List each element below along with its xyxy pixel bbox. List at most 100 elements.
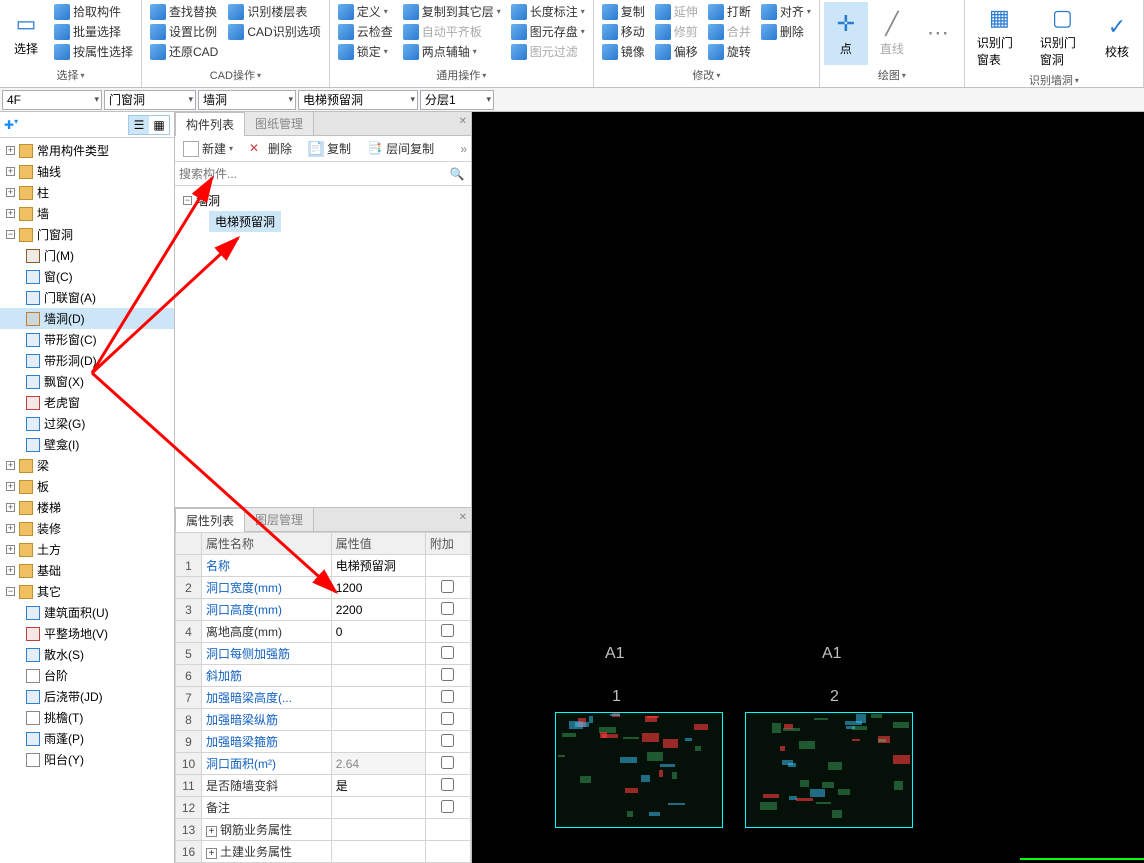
ribbon-item[interactable]: 查找替换 xyxy=(146,2,222,21)
ribbon-item[interactable]: 定义 ▾ xyxy=(334,2,397,21)
property-row[interactable]: 6斜加筋 xyxy=(176,665,471,687)
ribbon-more-button[interactable]: ⋯ xyxy=(916,2,960,65)
property-row[interactable]: 12备注 xyxy=(176,797,471,819)
drawing-thumbnail[interactable] xyxy=(745,712,913,828)
property-row[interactable]: 5洞口每侧加强筋 xyxy=(176,643,471,665)
tree-category[interactable]: +装修 xyxy=(0,518,174,539)
floor-select[interactable]: 4F xyxy=(2,90,102,110)
copy-button[interactable]: 📄复制 xyxy=(304,139,355,158)
tree-item[interactable]: 门(M) xyxy=(0,245,174,266)
search-icon[interactable]: 🔍 xyxy=(447,167,467,181)
ribbon-group-title[interactable]: 选择 ▾ xyxy=(4,65,137,85)
grid-view-icon[interactable]: ▦ xyxy=(149,116,169,134)
ribbon-item[interactable]: 两点辅轴 ▾ xyxy=(399,42,505,61)
ribbon-item[interactable]: 旋转 xyxy=(704,42,755,61)
tree-category[interactable]: +轴线 xyxy=(0,161,174,182)
ribbon-item[interactable]: 拾取构件 xyxy=(50,2,137,21)
component-select[interactable]: 电梯预留洞 xyxy=(298,90,418,110)
property-row[interactable]: 7加强暗梁高度(... xyxy=(176,687,471,709)
tree-item[interactable]: 阳台(Y) xyxy=(0,749,174,770)
property-row[interactable]: 4离地高度(mm)0 xyxy=(176,621,471,643)
extra-checkbox[interactable] xyxy=(441,580,454,593)
property-row[interactable]: 2洞口宽度(mm)1200 xyxy=(176,577,471,599)
tree-item[interactable]: 带形洞(D) xyxy=(0,350,174,371)
ribbon-item[interactable]: 云检查 xyxy=(334,22,397,41)
ribbon-item[interactable]: 镜像 xyxy=(598,42,649,61)
property-table[interactable]: 属性名称属性值附加1名称电梯预留洞2洞口宽度(mm)12003洞口高度(mm)2… xyxy=(175,532,471,863)
ribbon-group-title[interactable]: 修改 ▾ xyxy=(598,65,815,85)
tree-item[interactable]: 墙洞(D) xyxy=(0,308,174,329)
ribbon-item[interactable]: CAD识别选项 xyxy=(224,22,324,41)
extra-checkbox[interactable] xyxy=(441,668,454,681)
ribbon-group-title[interactable]: 通用操作 ▾ xyxy=(334,65,589,85)
tree-item[interactable]: 平整场地(V) xyxy=(0,623,174,644)
ribbon-item[interactable]: 批量选择 xyxy=(50,22,137,41)
property-row[interactable]: 3洞口高度(mm)2200 xyxy=(176,599,471,621)
ribbon-item[interactable]: 还原CAD xyxy=(146,42,222,61)
extra-checkbox[interactable] xyxy=(441,646,454,659)
tree-category[interactable]: −其它 xyxy=(0,581,174,602)
tree-category[interactable]: +土方 xyxy=(0,539,174,560)
floor-copy-button[interactable]: 📑层间复制 xyxy=(363,139,438,158)
ribbon-item[interactable]: 删除 xyxy=(757,22,815,41)
ribbon-group-title[interactable]: 识别墙洞 ▾ xyxy=(969,70,1139,90)
view-toggle[interactable]: ☰ ▦ xyxy=(128,115,170,135)
ribbon-group-title[interactable]: CAD操作 ▾ xyxy=(146,65,325,85)
ribbon-item[interactable]: 图元存盘 ▾ xyxy=(507,22,589,41)
property-row[interactable]: 9加强暗梁箍筋 xyxy=(176,731,471,753)
tree-category[interactable]: +板 xyxy=(0,476,174,497)
tab-component-list[interactable]: 构件列表 xyxy=(175,112,245,136)
tab-drawing-mgmt[interactable]: 图纸管理 xyxy=(244,111,314,135)
property-row[interactable]: 8加强暗梁纵筋 xyxy=(176,709,471,731)
extra-checkbox[interactable] xyxy=(441,690,454,703)
tree-item[interactable]: 壁龛(I) xyxy=(0,434,174,455)
ribbon-校核-button[interactable]: ✓校核 xyxy=(1095,2,1139,70)
tree-body[interactable]: +常用构件类型+轴线+柱+墙−门窗洞门(M)窗(C)门联窗(A)墙洞(D)带形窗… xyxy=(0,138,174,863)
extra-checkbox[interactable] xyxy=(441,734,454,747)
tree-item[interactable]: 门联窗(A) xyxy=(0,287,174,308)
type-select[interactable]: 墙洞 xyxy=(198,90,296,110)
extra-checkbox[interactable] xyxy=(441,624,454,637)
ribbon-选择-button[interactable]: ▭选择 xyxy=(4,2,48,65)
tree-item[interactable]: 老虎窗 xyxy=(0,392,174,413)
ribbon-item[interactable]: 长度标注 ▾ xyxy=(507,2,589,21)
ribbon-item[interactable]: 设置比例 xyxy=(146,22,222,41)
tab-property-list[interactable]: 属性列表 xyxy=(175,508,245,532)
tree-item[interactable]: 带形窗(C) xyxy=(0,329,174,350)
tree-item[interactable]: 建筑面积(U) xyxy=(0,602,174,623)
ribbon-识别门窗洞-button[interactable]: ▢识别门窗洞 xyxy=(1032,2,1093,70)
tree-category[interactable]: +基础 xyxy=(0,560,174,581)
ribbon-group-title[interactable]: 绘图 ▾ xyxy=(824,65,960,85)
property-row[interactable]: 10洞口面积(m²)2.64 xyxy=(176,753,471,775)
tree-item[interactable]: 飘窗(X) xyxy=(0,371,174,392)
ribbon-item[interactable]: 识别楼层表 xyxy=(224,2,324,21)
delete-button[interactable]: ✕删除 xyxy=(245,139,296,158)
ribbon-识别门窗表-button[interactable]: ▦识别门窗表 xyxy=(969,2,1030,70)
property-row[interactable]: 13+钢筋业务属性 xyxy=(176,819,471,841)
ribbon-点-button[interactable]: ✛点 xyxy=(824,2,868,65)
category-select[interactable]: 门窗洞 xyxy=(104,90,196,110)
tree-item[interactable]: 挑檐(T) xyxy=(0,707,174,728)
tree-item[interactable]: 雨蓬(P) xyxy=(0,728,174,749)
tree-category[interactable]: +墙 xyxy=(0,203,174,224)
layer-select[interactable]: 分层1 xyxy=(420,90,494,110)
close-icon[interactable]: ✕ xyxy=(459,512,467,523)
tab-layer-mgmt[interactable]: 图层管理 xyxy=(244,507,314,531)
extra-checkbox[interactable] xyxy=(441,712,454,725)
ribbon-item[interactable]: 移动 xyxy=(598,22,649,41)
drawing-thumbnail[interactable] xyxy=(555,712,723,828)
tree-item[interactable]: 窗(C) xyxy=(0,266,174,287)
cad-viewport[interactable]: A11A12 xyxy=(472,112,1144,863)
new-button[interactable]: 新建 ▾ xyxy=(179,139,237,158)
close-icon[interactable]: ✕ xyxy=(459,116,467,127)
ribbon-item[interactable]: 复制到其它层 ▾ xyxy=(399,2,505,21)
component-instance-tree[interactable]: − 墙洞 电梯预留洞 xyxy=(175,186,471,507)
toolbar-more-icon[interactable]: » xyxy=(460,142,467,156)
property-row[interactable]: 11是否随墙变斜是 xyxy=(176,775,471,797)
tree-category[interactable]: +柱 xyxy=(0,182,174,203)
tree-category[interactable]: −门窗洞 xyxy=(0,224,174,245)
tree-category[interactable]: +常用构件类型 xyxy=(0,140,174,161)
ribbon-item[interactable]: 偏移 xyxy=(651,42,702,61)
property-row[interactable]: 1名称电梯预留洞 xyxy=(176,555,471,577)
ribbon-直线-button[interactable]: ╱直线 xyxy=(870,2,914,65)
